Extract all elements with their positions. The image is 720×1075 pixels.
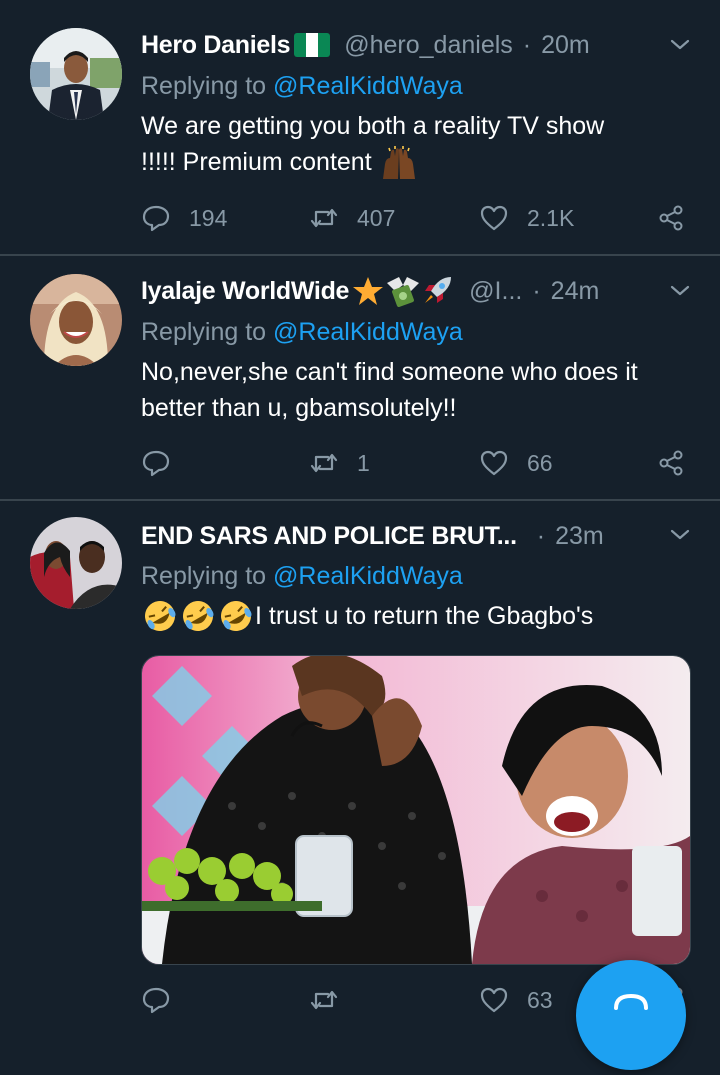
tweet[interactable]: END SARS AND POLICE BRUT... · 23m Replyi… xyxy=(0,501,720,1021)
separator: · xyxy=(522,30,532,59)
nigeria-flag-emoji xyxy=(294,33,331,57)
tweet[interactable]: Hero Daniels @hero_daniels · 20m Replyin… xyxy=(0,0,720,255)
reply-icon xyxy=(142,450,170,477)
like-count: 2.1K xyxy=(527,204,575,231)
replying-to-label: Replying to xyxy=(141,72,274,100)
rocket-emoji xyxy=(425,277,452,303)
replying-to-link[interactable]: @RealKiddWaya xyxy=(273,318,463,346)
retweet-count: 1 xyxy=(357,449,370,476)
share-icon xyxy=(659,450,683,476)
reply-button[interactable] xyxy=(141,443,189,483)
separator: · xyxy=(532,276,541,305)
replying-to-link[interactable]: @RealKiddWaya xyxy=(273,72,463,100)
tweet-text: We are getting you both a reality TV sho… xyxy=(141,108,690,180)
chevron-down-icon[interactable] xyxy=(668,279,692,303)
reply-button[interactable]: 194 xyxy=(141,198,227,238)
avatar[interactable] xyxy=(30,274,122,366)
reply-icon xyxy=(142,205,170,232)
replying-to: Replying to @RealKiddWaya xyxy=(141,562,463,591)
rolling-on-floor-laughing-emoji xyxy=(145,601,176,631)
media-image xyxy=(142,656,690,964)
tweet-header: Iyalaje WorldWide @I... · 24m xyxy=(141,274,690,308)
replying-to: Replying to @RealKiddWaya xyxy=(141,72,463,101)
rolling-on-floor-laughing-emoji xyxy=(221,601,252,631)
chevron-down-icon[interactable] xyxy=(668,523,692,547)
tweet[interactable]: Iyalaje WorldWide @I... · 24m Replying t… xyxy=(0,256,720,500)
like-button[interactable]: 66 xyxy=(479,443,553,483)
tweet-text-line: I trust u to return the Gbagbo's xyxy=(255,602,594,630)
timestamp[interactable]: 24m xyxy=(551,277,600,306)
retweet-button[interactable] xyxy=(309,980,357,1020)
avatar[interactable] xyxy=(30,517,122,609)
reply-button[interactable] xyxy=(141,980,189,1020)
reply-count: 194 xyxy=(189,204,228,231)
retweet-button[interactable]: 1 xyxy=(309,443,370,483)
tweet-text-line-1: I trust u to return the Gbagbo's xyxy=(141,598,690,634)
like-count: 63 xyxy=(527,986,553,1013)
share-button[interactable] xyxy=(656,443,686,483)
tweet-header: Hero Daniels @hero_daniels · 20m xyxy=(141,28,690,62)
chevron-down-icon[interactable] xyxy=(668,33,692,57)
tweet-media-photo[interactable] xyxy=(141,655,691,965)
rolling-on-floor-laughing-emoji xyxy=(183,601,214,631)
heart-icon xyxy=(480,450,508,476)
tweet-actions: 1 66 xyxy=(141,443,691,483)
share-icon xyxy=(659,205,683,231)
display-name[interactable]: END SARS AND POLICE BRUT... xyxy=(141,522,517,551)
display-name[interactable]: Iyalaje WorldWide xyxy=(141,277,349,306)
retweet-icon xyxy=(310,208,338,228)
username[interactable]: @hero_daniels xyxy=(344,31,513,60)
tweet-actions: 194 407 2.1K xyxy=(141,198,691,238)
tweet-text-line: better than u, gbamsolutely!! xyxy=(141,394,457,422)
reply-icon xyxy=(142,987,170,1014)
tweet-text: I trust u to return the Gbagbo's xyxy=(141,598,690,634)
tweet-text-line: !!!!! Premium content xyxy=(141,148,372,176)
timestamp[interactable]: 20m xyxy=(541,31,590,60)
like-count: 66 xyxy=(527,449,553,476)
avatar[interactable] xyxy=(30,28,122,120)
display-name[interactable]: Hero Daniels xyxy=(141,31,291,60)
tweet-header: END SARS AND POLICE BRUT... · 23m xyxy=(141,519,690,553)
like-button[interactable]: 2.1K xyxy=(479,198,574,238)
money-with-wings-emoji xyxy=(387,277,420,307)
star-emoji xyxy=(353,277,384,305)
heart-icon xyxy=(480,205,508,231)
retweet-button[interactable]: 407 xyxy=(309,198,395,238)
raising-hands-emoji xyxy=(382,146,415,180)
replying-to-link[interactable]: @RealKiddWaya xyxy=(273,562,463,590)
tweet-text-line: We are getting you both a reality TV sho… xyxy=(141,112,605,140)
retweet-icon xyxy=(310,453,338,473)
compose-icon xyxy=(614,993,648,1010)
heart-icon xyxy=(480,987,508,1013)
timestamp[interactable]: 23m xyxy=(555,522,604,551)
retweet-icon xyxy=(310,990,338,1010)
separator: · xyxy=(536,521,546,550)
share-button[interactable] xyxy=(656,198,686,238)
retweet-count: 407 xyxy=(357,204,396,231)
compose-tweet-button[interactable] xyxy=(576,960,686,1070)
username[interactable]: @I... xyxy=(469,277,522,306)
replying-to-label: Replying to xyxy=(141,318,274,346)
tweet-text-line: No,never,she can't find someone who does… xyxy=(141,358,638,386)
tweet-text: No,never,she can't find someone who does… xyxy=(141,354,690,426)
replying-to-label: Replying to xyxy=(141,562,274,590)
tweet-text-line-2: !!!!! Premium content xyxy=(141,144,690,180)
like-button[interactable]: 63 xyxy=(479,980,553,1020)
replying-to: Replying to @RealKiddWaya xyxy=(141,318,463,347)
